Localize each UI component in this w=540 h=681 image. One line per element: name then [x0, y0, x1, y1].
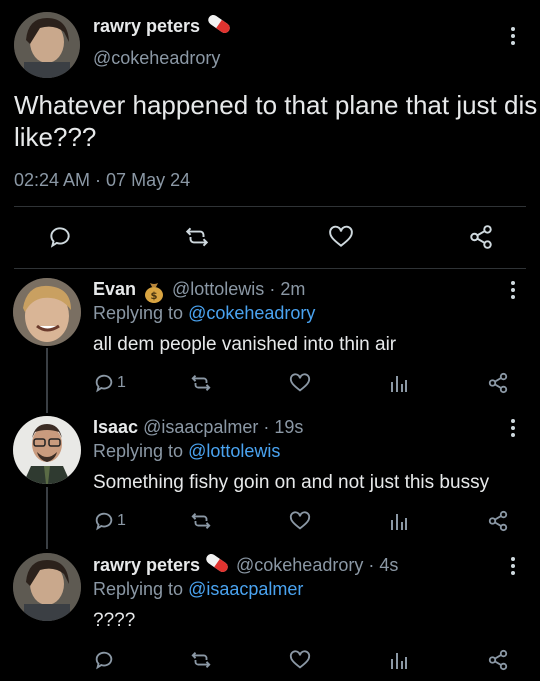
mention-link[interactable]: @lottolewis: [188, 441, 280, 461]
thread-line: [46, 487, 48, 549]
reply-icon[interactable]: [47, 224, 73, 250]
retweet-icon[interactable]: [189, 510, 213, 532]
like-icon[interactable]: [289, 510, 311, 532]
time: · 2m: [269, 279, 306, 299]
time: · 19s: [263, 417, 304, 437]
share-icon[interactable]: [487, 510, 509, 532]
analytics-icon[interactable]: [389, 649, 409, 671]
share-icon[interactable]: [487, 372, 509, 394]
money-bag-icon: $: [143, 279, 165, 303]
like-icon[interactable]: [328, 224, 354, 250]
share-icon[interactable]: [487, 649, 509, 671]
avatar[interactable]: [14, 12, 80, 78]
reply-count: 1: [117, 512, 126, 529]
analytics-icon[interactable]: [389, 372, 409, 394]
thread-line: [46, 348, 48, 413]
reply-text: Something fishy goin on and not just thi…: [93, 472, 490, 493]
analytics-icon[interactable]: [389, 510, 409, 532]
svg-text:$: $: [151, 291, 158, 302]
replying-to: Replying to @cokeheadrory: [93, 303, 316, 323]
handle[interactable]: @cokeheadrory: [93, 48, 220, 69]
retweet-icon[interactable]: [189, 372, 213, 394]
like-icon[interactable]: [289, 372, 311, 394]
handle[interactable]: @lottolewis: [172, 279, 264, 299]
reply-text: all dem people vanished into thin air: [93, 334, 397, 355]
reply-text: ????: [93, 610, 136, 631]
reply-icon[interactable]: [93, 372, 115, 394]
reply-header: Isaac @isaacpalmer · 19s: [93, 417, 303, 438]
handle[interactable]: @cokeheadrory: [236, 555, 363, 575]
more-options-icon[interactable]: [510, 557, 516, 578]
reply-icon[interactable]: [93, 510, 115, 532]
timestamp: 02:24 AM · 07 May 24: [14, 170, 191, 190]
avatar[interactable]: [13, 278, 81, 346]
handle[interactable]: @isaacpalmer: [143, 417, 258, 437]
more-options-icon[interactable]: [510, 27, 516, 48]
retweet-icon[interactable]: [189, 649, 213, 671]
pill-icon: [205, 14, 233, 34]
avatar[interactable]: [13, 553, 81, 621]
display-name[interactable]: Evan: [93, 279, 136, 300]
tweet-text: Whatever happened to that plane that jus…: [14, 90, 538, 152]
display-name[interactable]: Isaac: [93, 417, 138, 437]
divider: [14, 206, 526, 207]
retweet-icon[interactable]: [183, 224, 211, 250]
mention-link[interactable]: @isaacpalmer: [188, 579, 303, 599]
more-options-icon[interactable]: [510, 281, 516, 302]
mention-link[interactable]: @cokeheadrory: [188, 303, 315, 323]
avatar[interactable]: [13, 416, 81, 484]
more-options-icon[interactable]: [510, 419, 516, 440]
display-name[interactable]: rawry peters: [93, 16, 200, 37]
divider: [14, 268, 526, 269]
display-name[interactable]: rawry peters: [93, 555, 200, 576]
reply-meta: @cokeheadrory · 4s: [236, 555, 398, 576]
reply-meta: @lottolewis · 2m: [172, 279, 305, 300]
pill-icon: [203, 553, 231, 573]
share-icon[interactable]: [468, 224, 494, 250]
reply-count: 1: [117, 374, 126, 391]
replying-to: Replying to @lottolewis: [93, 441, 281, 461]
reply-icon[interactable]: [93, 649, 115, 671]
replying-to: Replying to @isaacpalmer: [93, 579, 304, 599]
like-icon[interactable]: [289, 649, 311, 671]
time: · 4s: [368, 555, 399, 575]
